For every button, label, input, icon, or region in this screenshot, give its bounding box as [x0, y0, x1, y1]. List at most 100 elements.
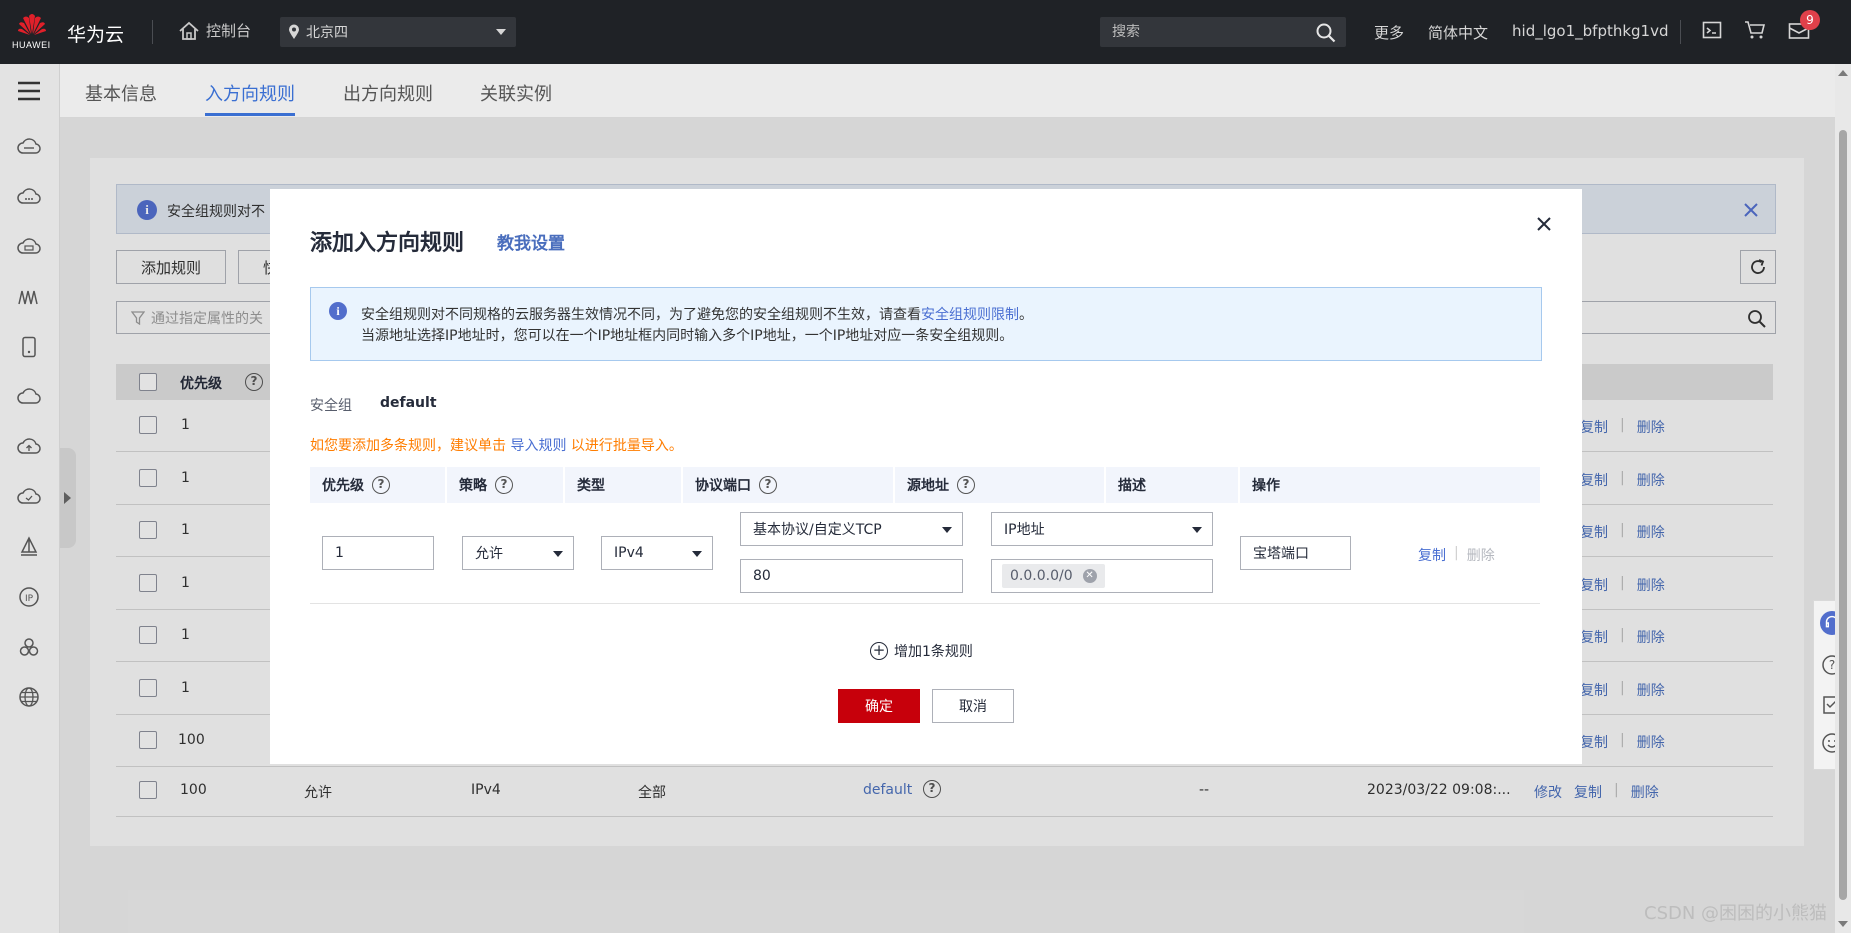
location-pin-icon	[289, 24, 299, 39]
ip-tag: 0.0.0.0/0 ✕	[1002, 564, 1105, 588]
tab-bar: 基本信息 入方向规则 出方向规则 关联实例	[60, 64, 1835, 118]
tab-basic-info[interactable]: 基本信息	[85, 80, 157, 106]
service-sidebar: IP	[0, 64, 60, 933]
info-line-2: 当源地址选择IP地址时，您可以在一个IP地址框内同时输入多个IP地址，一个IP地…	[361, 328, 1014, 344]
add-inbound-rule-dialog: 添加入方向规则 教我设置 i 安全组规则对不同规格的云服务器生效情况不同，为了避…	[270, 189, 1582, 764]
home-icon	[179, 21, 199, 40]
port-input[interactable]: 80	[740, 559, 963, 593]
scroll-up-icon[interactable]	[1838, 70, 1848, 76]
priority-input[interactable]: 1	[322, 536, 434, 570]
cancel-button[interactable]: 取消	[932, 689, 1014, 723]
policy-select[interactable]: 允许	[462, 536, 574, 570]
cart-icon[interactable]	[1744, 20, 1766, 40]
type-value: IPv4	[614, 545, 644, 561]
add-rule-label: 增加1条规则	[894, 644, 973, 660]
terminal-icon[interactable]	[1702, 20, 1722, 40]
info-text: 。	[1019, 307, 1033, 323]
source-type-select[interactable]: IP地址	[991, 512, 1213, 546]
ip-tag-value: 0.0.0.0/0	[1010, 568, 1073, 584]
rule-limit-link[interactable]: 安全组规则限制	[921, 307, 1019, 323]
info-line-1: 安全组规则对不同规格的云服务器生效情况不同，为了避免您的安全组规则不生效，请查看…	[361, 304, 1033, 324]
page-scrollbar[interactable]	[1835, 64, 1851, 933]
cloud-database-icon[interactable]	[16, 234, 42, 260]
col-label: 优先级	[322, 478, 364, 494]
delete-rule-link[interactable]: 删除	[1467, 545, 1495, 565]
row-actions: 复制 | 删除	[1418, 545, 1495, 565]
tip-text: 以进行批量导入。	[570, 438, 683, 454]
help-icon[interactable]: ?	[372, 476, 390, 494]
search-icon[interactable]	[1316, 23, 1336, 43]
close-icon[interactable]	[1532, 212, 1556, 236]
cloud-upload-icon[interactable]	[16, 434, 42, 460]
search-box	[1100, 17, 1346, 47]
source-type-value: IP地址	[1004, 522, 1045, 538]
add-one-rule-button[interactable]: + 增加1条规则	[870, 641, 973, 661]
help-icon[interactable]: ?	[759, 476, 777, 494]
logo-text: HUAWEI	[12, 40, 51, 50]
help-icon[interactable]: ?	[495, 476, 513, 494]
phone-icon[interactable]	[16, 334, 42, 360]
language-switch[interactable]: 简体中文	[1428, 22, 1488, 43]
huawei-logo[interactable]: HUAWEI	[12, 12, 51, 52]
chevron-down-icon	[553, 551, 563, 557]
region-select[interactable]: 北京四	[280, 17, 516, 47]
watermark: CSDN @困困的小熊猫	[1644, 903, 1828, 924]
tab-inbound-rules[interactable]: 入方向规则	[205, 80, 295, 116]
divider	[152, 20, 153, 44]
divider	[1680, 20, 1681, 44]
globe-icon[interactable]	[16, 684, 42, 710]
col-label: 类型	[577, 478, 605, 494]
help-icon[interactable]: ?	[957, 476, 975, 494]
more-menu[interactable]: 更多	[1374, 22, 1404, 43]
chevron-down-icon	[1192, 527, 1202, 533]
col-protocol-port: 协议端口?	[681, 467, 893, 503]
cloud-icon[interactable]	[16, 184, 42, 210]
col-label: 操作	[1252, 478, 1280, 494]
scroll-thumb[interactable]	[1839, 130, 1847, 900]
cloud-server-icon[interactable]	[16, 134, 42, 160]
scroll-down-icon[interactable]	[1838, 921, 1848, 927]
col-label: 策略	[459, 478, 487, 494]
huawei-petals-icon	[18, 14, 46, 35]
cloud-layers-icon[interactable]	[16, 384, 42, 410]
info-text: 安全组规则对不同规格的云服务器生效情况不同，为了避免您的安全组规则不生效，请查看	[361, 307, 921, 323]
type-select[interactable]: IPv4	[601, 536, 713, 570]
chevron-down-icon	[496, 29, 506, 35]
brand-name[interactable]: 华为云	[67, 20, 124, 47]
description-input[interactable]: 宝塔端口	[1240, 536, 1351, 570]
col-actions: 操作	[1238, 467, 1540, 503]
region-label: 北京四	[306, 25, 348, 41]
chevron-down-icon	[942, 527, 952, 533]
col-source: 源地址?	[893, 467, 1104, 503]
confirm-button[interactable]: 确定	[838, 689, 920, 723]
copy-rule-link[interactable]: 复制	[1418, 545, 1446, 565]
guide-link[interactable]: 教我设置	[497, 229, 565, 254]
import-rules-link[interactable]: 导入规则	[510, 438, 566, 454]
top-links: 更多 简体中文 hid_lgo1_bfpthkg1vd	[1374, 22, 1669, 43]
info-notice: i 安全组规则对不同规格的云服务器生效情况不同，为了避免您的安全组规则不生效，请…	[310, 287, 1542, 361]
tab-outbound-rules[interactable]: 出方向规则	[343, 80, 433, 106]
top-navbar: HUAWEI 华为云 控制台 北京四 更多 简体中文 hid_lgo1_bfpt…	[0, 0, 1851, 64]
plus-circle-icon: +	[870, 642, 888, 660]
tab-associated-instances[interactable]: 关联实例	[480, 80, 552, 106]
account-name[interactable]: hid_lgo1_bfpthkg1vd	[1512, 22, 1668, 43]
col-label: 源地址	[907, 478, 949, 494]
col-label: 描述	[1118, 478, 1146, 494]
cluster-icon[interactable]	[16, 634, 42, 660]
search-input[interactable]	[1100, 17, 1300, 47]
cloud-check-icon[interactable]	[16, 484, 42, 510]
security-group-value: default	[380, 395, 437, 411]
remove-tag-icon[interactable]: ✕	[1082, 569, 1097, 583]
source-ip-input[interactable]: 0.0.0.0/0 ✕	[991, 559, 1213, 593]
console-label: 控制台	[206, 22, 252, 40]
chevron-down-icon	[692, 551, 702, 557]
protocol-select[interactable]: 基本协议/自定义TCP	[740, 512, 963, 546]
policy-value: 允许	[475, 546, 503, 562]
menu-icon[interactable]	[16, 78, 42, 104]
sail-icon[interactable]	[16, 534, 42, 560]
ip-icon[interactable]: IP	[16, 584, 42, 610]
col-label: 协议端口	[695, 478, 751, 494]
wave-icon[interactable]	[16, 284, 42, 310]
notification-badge: 9	[1800, 10, 1820, 30]
console-link[interactable]: 控制台	[178, 20, 251, 41]
